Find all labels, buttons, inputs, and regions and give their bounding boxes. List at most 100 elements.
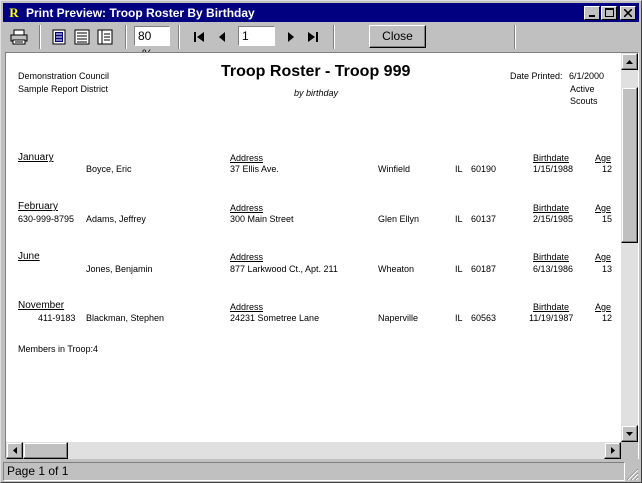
last-page-button[interactable]: [305, 28, 321, 46]
member-phone: 630-999-8795: [18, 214, 75, 224]
next-page-icon: [288, 32, 294, 42]
scrollbar-corner: [621, 442, 638, 459]
member-zip: 60187: [471, 264, 497, 274]
toolbar-separator: [178, 25, 180, 49]
status-active: Active: [570, 84, 595, 94]
month-header: June: [18, 251, 40, 262]
member-birthdate: 1/15/1988: [533, 164, 574, 174]
member-name: Adams, Jeffrey: [86, 214, 146, 224]
zoom-value: 80: [138, 29, 152, 43]
address-header: Address: [230, 252, 264, 262]
age-header: Age: [595, 203, 612, 213]
resize-grip-icon[interactable]: [626, 468, 639, 481]
single-page-button[interactable]: [49, 27, 69, 47]
vertical-scrollbar[interactable]: [621, 53, 638, 442]
address-header: Address: [230, 153, 264, 163]
printer-icon: [10, 29, 28, 45]
previous-page-icon: [219, 32, 225, 42]
multi-page-button[interactable]: [72, 27, 92, 47]
member-phone: 411-9183: [38, 313, 76, 323]
multi-page-icon: [74, 29, 90, 45]
arrow-down-icon: [626, 431, 633, 436]
district-name: Sample Report District: [18, 84, 109, 94]
birthdate-header: Birthdate: [533, 252, 570, 262]
single-page-icon: [52, 29, 66, 45]
preview-area[interactable]: Demonstration Council Sample Report Dist…: [5, 52, 639, 459]
app-icon[interactable]: R: [7, 5, 21, 20]
maximize-button[interactable]: [601, 5, 617, 20]
page-number-value: 1: [242, 29, 249, 43]
month-header: November: [18, 300, 65, 311]
member-state: IL: [455, 214, 463, 224]
toolbar-separator: [333, 25, 335, 49]
print-button[interactable]: [9, 27, 29, 47]
first-page-icon: [193, 32, 204, 42]
maximize-icon: [604, 8, 614, 17]
member-city: Naperville: [378, 313, 419, 323]
toolbar-separator: [514, 25, 516, 49]
member-name: Jones, Benjamin: [86, 264, 153, 274]
minimize-button[interactable]: [584, 5, 600, 20]
window-title: Print Preview: Troop Roster By Birthday: [26, 5, 255, 20]
member-name: Blackman, Stephen: [86, 313, 165, 323]
close-window-button[interactable]: [620, 5, 636, 20]
title-bar[interactable]: R Print Preview: Troop Roster By Birthda…: [3, 3, 639, 22]
previous-page-button[interactable]: [214, 28, 230, 46]
member-zip: 60563: [471, 313, 497, 323]
scroll-down-button[interactable]: [621, 425, 638, 442]
horizontal-scroll-thumb[interactable]: [23, 442, 68, 459]
toolbar-separator: [39, 25, 41, 49]
minimize-icon: [589, 14, 595, 17]
date-printed-value: 6/1/2000: [569, 71, 605, 81]
toolbar: 80 % 1 Close: [3, 23, 639, 61]
month-header: February: [18, 201, 59, 212]
horizontal-scrollbar[interactable]: [6, 442, 621, 459]
scroll-up-button[interactable]: [621, 53, 638, 70]
member-name: Boyce, Eric: [86, 164, 132, 174]
page-number-input[interactable]: 1: [238, 26, 275, 46]
vertical-scroll-thumb[interactable]: [621, 87, 638, 243]
arrow-up-icon: [626, 59, 633, 64]
birthdate-header: Birthdate: [533, 302, 570, 312]
member-address: 24231 Sometree Lane: [230, 313, 320, 323]
status-bar: Page 1 of 1: [3, 462, 639, 481]
scroll-left-button[interactable]: [6, 442, 23, 459]
zoom-input[interactable]: 80 %: [134, 26, 170, 61]
arrow-right-icon: [610, 447, 615, 454]
council-name: Demonstration Council: [18, 71, 110, 81]
scroll-right-button[interactable]: [604, 442, 621, 459]
close-preview-button[interactable]: Close: [369, 25, 426, 48]
month-header: January: [18, 152, 54, 163]
member-birthdate: 2/15/1985: [533, 214, 574, 224]
member-state: IL: [455, 164, 463, 174]
member-age: 15: [602, 214, 613, 224]
member-city: Winfield: [378, 164, 411, 174]
member-city: Wheaton: [378, 264, 415, 274]
tree-view-button[interactable]: [95, 27, 115, 47]
arrow-left-icon: [12, 447, 17, 454]
address-header: Address: [230, 203, 264, 213]
birthdate-header: Birthdate: [533, 153, 570, 163]
member-address: 37 Ellis Ave.: [230, 164, 279, 174]
tree-view-icon: [97, 29, 113, 45]
report-page: Demonstration Council Sample Report Dist…: [6, 53, 621, 442]
report-title: Troop Roster - Troop 999: [221, 63, 411, 80]
page-status: Page 1 of 1: [3, 462, 625, 481]
birthdate-header: Birthdate: [533, 203, 570, 213]
member-address: 300 Main Street: [230, 214, 294, 224]
member-birthdate: 11/19/1987: [529, 313, 574, 323]
last-page-icon: [307, 32, 318, 42]
member-address: 877 Larkwood Ct., Apt. 211: [230, 264, 338, 274]
date-printed-label: Date Printed:: [510, 71, 563, 81]
member-age: 12: [602, 164, 613, 174]
member-age: 13: [602, 264, 613, 274]
member-zip: 60137: [471, 214, 497, 224]
member-state: IL: [455, 264, 463, 274]
status-scouts: Scouts: [570, 96, 598, 106]
close-icon: [624, 8, 632, 17]
first-page-button[interactable]: [191, 28, 207, 46]
age-header: Age: [595, 302, 612, 312]
report-subtitle: by birthday: [294, 88, 339, 98]
member-zip: 60190: [471, 164, 497, 174]
next-page-button[interactable]: [283, 28, 299, 46]
